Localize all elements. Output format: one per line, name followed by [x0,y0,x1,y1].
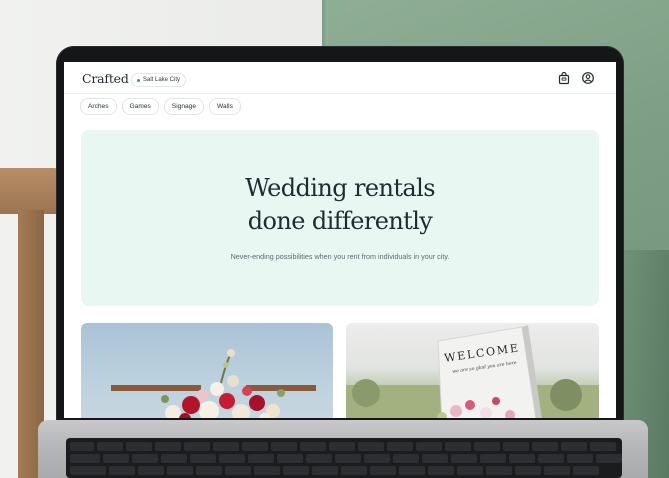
brand-logo[interactable]: Crafted [82,71,129,86]
location-badge[interactable]: Salt Lake City [131,73,187,87]
top-navigation-bar: Crafted Salt Lake City [64,62,616,92]
laptop-keyboard [66,438,622,478]
location-dot-icon [137,78,140,82]
user-account-icon[interactable] [581,71,595,85]
hero-title-line-1: Wedding rentals [245,174,435,202]
keyboard-row [70,466,599,475]
shopping-bag-icon[interactable] [557,71,571,85]
wooden-chair-arm [0,168,60,214]
hero-subtitle: Never-ending possibilities when you rent… [230,252,450,261]
category-chip-walls[interactable]: Walls [209,98,241,115]
listing-card-floral-arch[interactable] [81,323,333,418]
listing-card-welcome-sign[interactable]: WELCOME we are so glad you are here [346,323,599,418]
category-chip-arches[interactable]: Arches [80,98,117,115]
category-chip-games[interactable]: Games [121,98,159,115]
header-divider [64,93,616,94]
category-chip-signage[interactable]: Signage [163,98,204,115]
hero-title: Wedding rentals done differently [81,172,599,238]
location-label: Salt Lake City [143,77,181,83]
category-chips: Arches Games Signage Walls [80,98,241,115]
floral-arch-photo [111,349,316,418]
hero-title-line-2: done differently [247,207,433,235]
welcome-sign-photo: WELCOME we are so glad you are here [346,325,599,418]
hero-banner: Wedding rentals done differently Never-e… [81,130,599,306]
laptop-screen: Crafted Salt Lake City Arches Games Sign… [64,62,616,418]
keyboard-row [70,454,622,463]
keyboard-row [70,442,616,451]
